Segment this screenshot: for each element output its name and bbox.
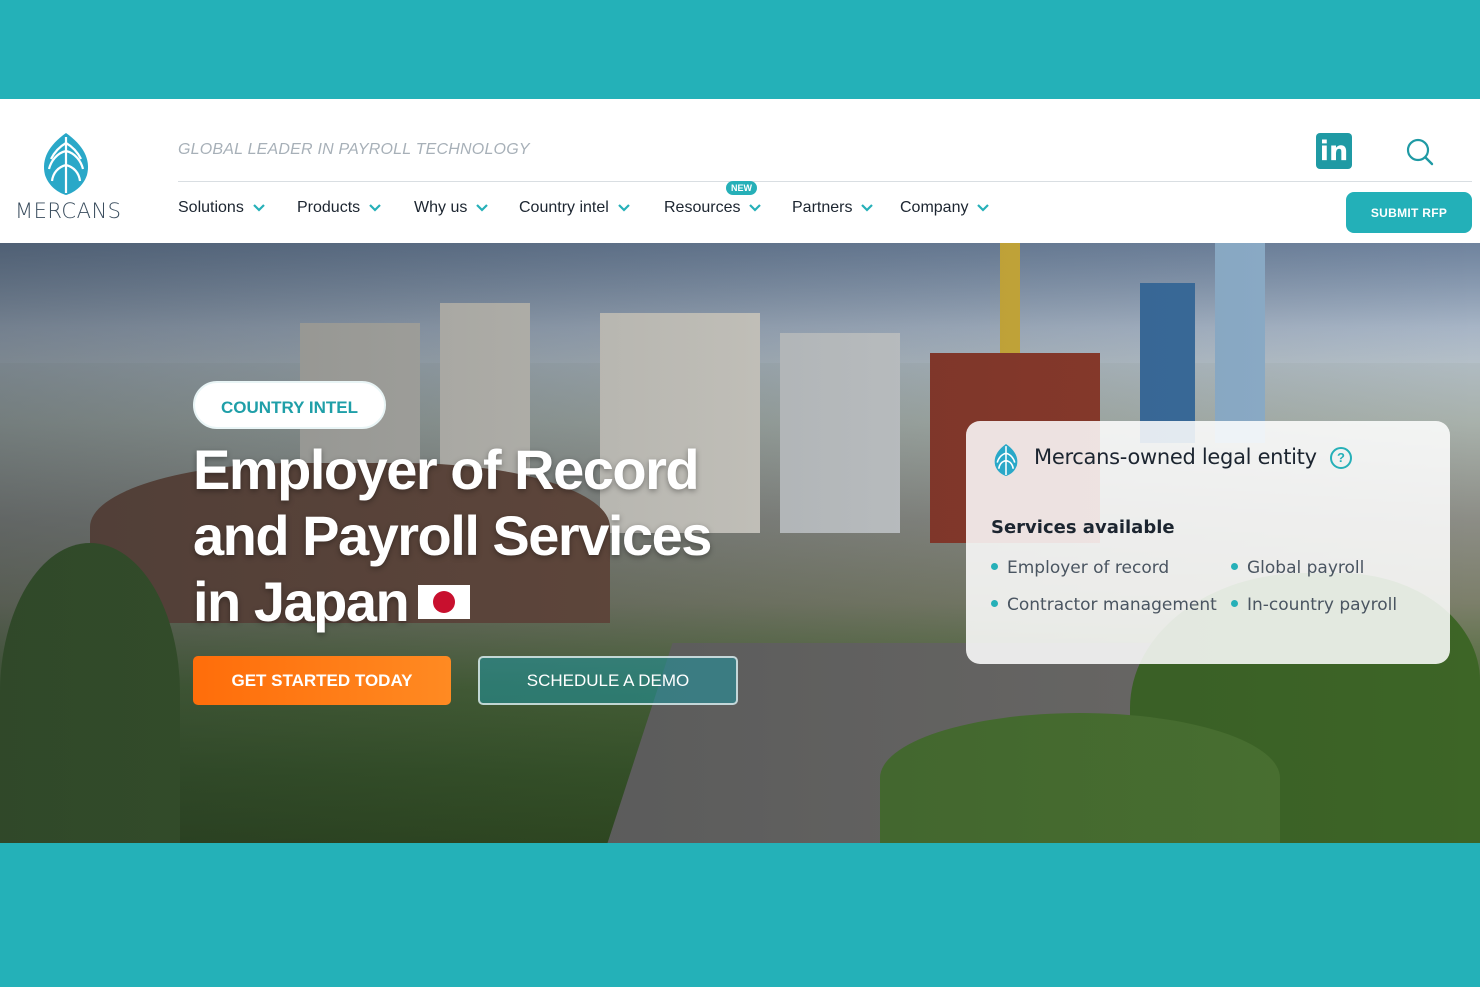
nav-label: Country intel — [519, 199, 609, 217]
submit-rfp-button[interactable]: SUBMIT RFP — [1346, 192, 1472, 233]
headline-line: and Payroll Services — [193, 504, 712, 567]
chevron-down-icon — [252, 199, 266, 217]
card-subtitle: Services available — [991, 517, 1175, 538]
hero-banner: COUNTRY INTEL Employer of Record and Pay… — [0, 243, 1480, 843]
service-item: Employer of record — [991, 558, 1169, 578]
leaf-logo-icon — [43, 133, 89, 195]
linkedin-icon[interactable]: in — [1316, 133, 1352, 169]
legal-entity-card: Mercans-owned legal entity ? Services av… — [966, 421, 1450, 664]
nav-label: Company — [900, 199, 969, 217]
tagline: GLOBAL LEADER IN PAYROLL TECHNOLOGY — [178, 141, 530, 158]
nav-why-us[interactable]: Why us — [414, 199, 489, 217]
logo-wordmark: MERCANS — [15, 199, 122, 223]
nav-company[interactable]: Company — [900, 199, 990, 217]
card-title: Mercans-owned legal entity — [1034, 445, 1317, 469]
help-icon[interactable]: ? — [1330, 447, 1352, 469]
chevron-down-icon — [475, 199, 489, 217]
service-item: In-country payroll — [1231, 595, 1397, 615]
search-icon[interactable] — [1404, 136, 1436, 168]
nav-products[interactable]: Products — [297, 199, 382, 217]
chevron-down-icon — [617, 199, 631, 217]
hero-headline: Employer of Record and Payroll Services … — [193, 437, 753, 635]
chevron-down-icon — [368, 199, 382, 217]
headline-line: Employer of Record — [193, 438, 700, 501]
mercans-logo[interactable]: MERCANS — [10, 129, 128, 224]
service-item: Global payroll — [1231, 558, 1364, 578]
nav-label: Resources — [664, 199, 741, 217]
chevron-down-icon — [976, 199, 990, 217]
site-header: MERCANS GLOBAL LEADER IN PAYROLL TECHNOL… — [0, 99, 1480, 243]
service-item: Contractor management — [991, 595, 1217, 615]
nav-label: Why us — [414, 199, 468, 217]
new-badge: NEW — [726, 181, 757, 195]
nav-label: Products — [297, 199, 361, 217]
chevron-down-icon — [748, 199, 762, 217]
nav-label: Solutions — [178, 199, 244, 217]
headline-line: in Japan — [193, 570, 410, 633]
headline-line-3: in Japan — [193, 569, 753, 635]
chevron-down-icon — [860, 199, 874, 217]
header-divider — [178, 181, 1472, 182]
nav-label: Partners — [792, 199, 853, 217]
schedule-demo-button[interactable]: SCHEDULE A DEMO — [478, 656, 738, 705]
nav-partners[interactable]: Partners — [792, 199, 874, 217]
nav-country-intel[interactable]: Country intel — [519, 199, 631, 217]
nav-solutions[interactable]: Solutions — [178, 199, 266, 217]
country-intel-pill: COUNTRY INTEL — [193, 381, 386, 429]
japan-flag-icon — [418, 585, 471, 620]
nav-resources[interactable]: Resources — [664, 199, 762, 217]
get-started-button[interactable]: GET STARTED TODAY — [193, 656, 451, 705]
leaf-logo-icon — [990, 443, 1022, 482]
